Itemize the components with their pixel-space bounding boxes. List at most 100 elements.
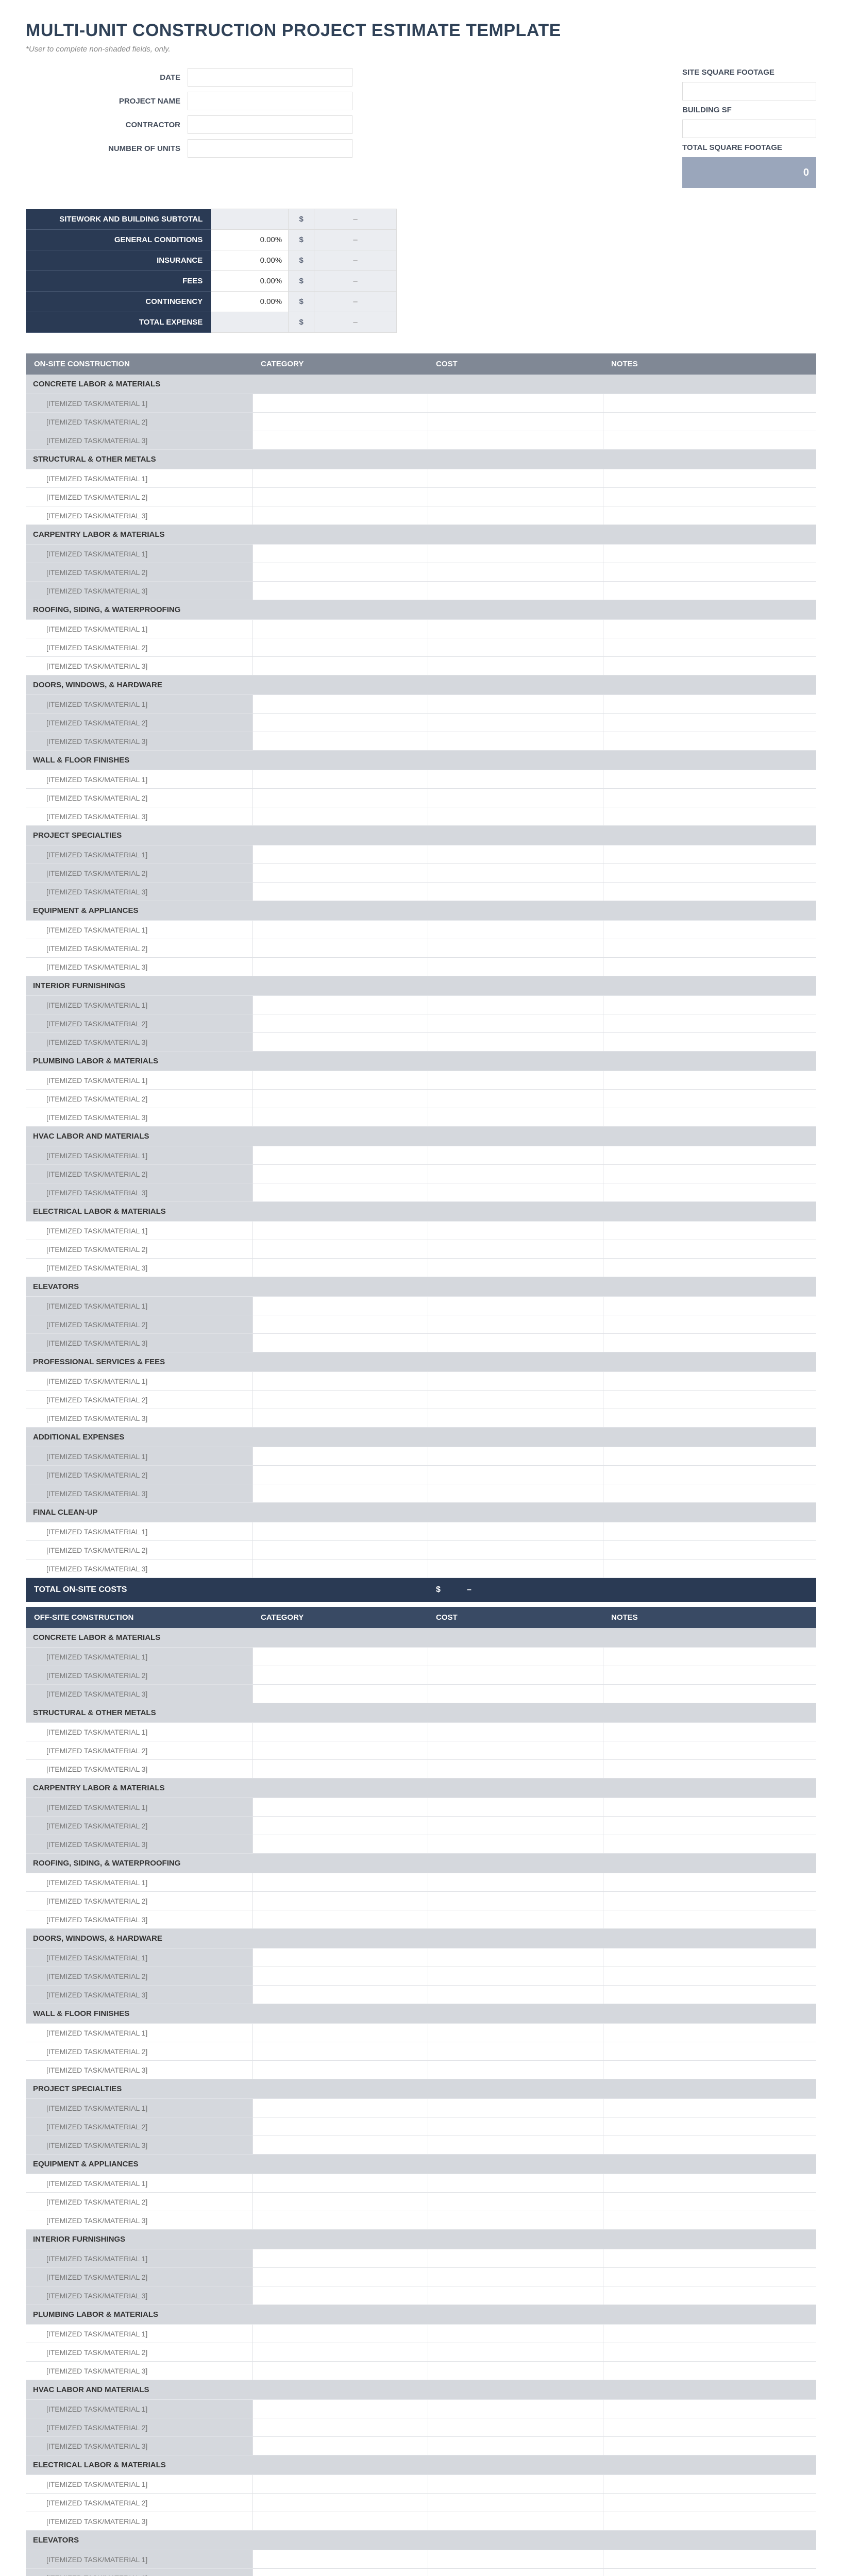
item-notes[interactable]	[603, 1560, 816, 1578]
item-label[interactable]: [ITEMIZED TASK/MATERIAL 1]	[26, 1522, 252, 1541]
item-cost[interactable]	[428, 469, 603, 488]
item-notes[interactable]	[603, 1835, 816, 1854]
item-category[interactable]	[252, 620, 428, 638]
item-cost[interactable]	[428, 1071, 603, 1090]
item-category[interactable]	[252, 1560, 428, 1578]
item-cost[interactable]	[428, 582, 603, 600]
item-notes[interactable]	[603, 695, 816, 714]
item-label[interactable]: [ITEMIZED TASK/MATERIAL 3]	[26, 431, 252, 450]
item-label[interactable]: [ITEMIZED TASK/MATERIAL 3]	[26, 582, 252, 600]
item-label[interactable]: [ITEMIZED TASK/MATERIAL 1]	[26, 469, 252, 488]
item-notes[interactable]	[603, 1334, 816, 1352]
item-label[interactable]: [ITEMIZED TASK/MATERIAL 2]	[26, 1240, 252, 1259]
item-category[interactable]	[252, 2418, 428, 2437]
item-cost[interactable]	[428, 2099, 603, 2117]
item-label[interactable]: [ITEMIZED TASK/MATERIAL 1]	[26, 921, 252, 939]
item-cost[interactable]	[428, 1560, 603, 1578]
item-category[interactable]	[252, 1723, 428, 1741]
item-notes[interactable]	[603, 1723, 816, 1741]
item-category[interactable]	[252, 1648, 428, 1666]
item-category[interactable]	[252, 695, 428, 714]
item-label[interactable]: [ITEMIZED TASK/MATERIAL 1]	[26, 1948, 252, 1967]
item-category[interactable]	[252, 1522, 428, 1541]
item-notes[interactable]	[603, 1108, 816, 1127]
item-cost[interactable]	[428, 807, 603, 826]
item-cost[interactable]	[428, 2249, 603, 2268]
item-label[interactable]: [ITEMIZED TASK/MATERIAL 3]	[26, 2512, 252, 2531]
item-cost[interactable]	[428, 1835, 603, 1854]
item-category[interactable]	[252, 2475, 428, 2494]
item-category[interactable]	[252, 2268, 428, 2286]
item-label[interactable]: [ITEMIZED TASK/MATERIAL 2]	[26, 1741, 252, 1760]
item-notes[interactable]	[603, 1297, 816, 1315]
item-cost[interactable]	[428, 657, 603, 675]
item-notes[interactable]	[603, 1222, 816, 1240]
item-cost[interactable]	[428, 2325, 603, 2343]
item-label[interactable]: [ITEMIZED TASK/MATERIAL 2]	[26, 413, 252, 431]
item-cost[interactable]	[428, 1372, 603, 1391]
item-cost[interactable]	[428, 1259, 603, 1277]
item-notes[interactable]	[603, 958, 816, 976]
item-notes[interactable]	[603, 770, 816, 789]
item-notes[interactable]	[603, 563, 816, 582]
item-label[interactable]: [ITEMIZED TASK/MATERIAL 3]	[26, 1835, 252, 1854]
item-notes[interactable]	[603, 1892, 816, 1910]
item-notes[interactable]	[603, 2061, 816, 2079]
item-category[interactable]	[252, 2550, 428, 2569]
item-notes[interactable]	[603, 413, 816, 431]
item-label[interactable]: [ITEMIZED TASK/MATERIAL 3]	[26, 1986, 252, 2004]
item-notes[interactable]	[603, 469, 816, 488]
item-category[interactable]	[252, 638, 428, 657]
item-notes[interactable]	[603, 1014, 816, 1033]
item-category[interactable]	[252, 921, 428, 939]
item-label[interactable]: [ITEMIZED TASK/MATERIAL 1]	[26, 996, 252, 1014]
item-label[interactable]: [ITEMIZED TASK/MATERIAL 2]	[26, 1090, 252, 1108]
item-label[interactable]: [ITEMIZED TASK/MATERIAL 2]	[26, 2042, 252, 2061]
item-label[interactable]: [ITEMIZED TASK/MATERIAL 2]	[26, 1014, 252, 1033]
summary-pct[interactable]: 0.00%	[211, 230, 289, 250]
item-label[interactable]: [ITEMIZED TASK/MATERIAL 3]	[26, 2362, 252, 2380]
item-category[interactable]	[252, 2400, 428, 2418]
item-notes[interactable]	[603, 1967, 816, 1986]
item-category[interactable]	[252, 1071, 428, 1090]
item-label[interactable]: [ITEMIZED TASK/MATERIAL 1]	[26, 2249, 252, 2268]
input-number-of-units[interactable]	[188, 139, 352, 158]
item-category[interactable]	[252, 2343, 428, 2362]
item-cost[interactable]	[428, 2418, 603, 2437]
item-notes[interactable]	[603, 2400, 816, 2418]
item-cost[interactable]	[428, 2437, 603, 2455]
item-notes[interactable]	[603, 582, 816, 600]
item-notes[interactable]	[603, 1666, 816, 1685]
item-label[interactable]: [ITEMIZED TASK/MATERIAL 3]	[26, 807, 252, 826]
item-cost[interactable]	[428, 695, 603, 714]
item-cost[interactable]	[428, 1522, 603, 1541]
item-cost[interactable]	[428, 939, 603, 958]
item-notes[interactable]	[603, 2362, 816, 2380]
item-label[interactable]: [ITEMIZED TASK/MATERIAL 3]	[26, 1033, 252, 1052]
input-project-name[interactable]	[188, 92, 352, 110]
item-notes[interactable]	[603, 1484, 816, 1503]
item-label[interactable]: [ITEMIZED TASK/MATERIAL 1]	[26, 1372, 252, 1391]
item-cost[interactable]	[428, 1183, 603, 1202]
item-label[interactable]: [ITEMIZED TASK/MATERIAL 3]	[26, 1484, 252, 1503]
item-category[interactable]	[252, 2512, 428, 2531]
item-notes[interactable]	[603, 1033, 816, 1052]
item-notes[interactable]	[603, 1240, 816, 1259]
item-cost[interactable]	[428, 1892, 603, 1910]
item-label[interactable]: [ITEMIZED TASK/MATERIAL 1]	[26, 1146, 252, 1165]
item-notes[interactable]	[603, 2268, 816, 2286]
item-notes[interactable]	[603, 2099, 816, 2117]
item-label[interactable]: [ITEMIZED TASK/MATERIAL 1]	[26, 2024, 252, 2042]
item-label[interactable]: [ITEMIZED TASK/MATERIAL 2]	[26, 1315, 252, 1334]
item-notes[interactable]	[603, 2569, 816, 2576]
item-cost[interactable]	[428, 1146, 603, 1165]
item-label[interactable]: [ITEMIZED TASK/MATERIAL 2]	[26, 1165, 252, 1183]
item-label[interactable]: [ITEMIZED TASK/MATERIAL 2]	[26, 2343, 252, 2362]
item-category[interactable]	[252, 2286, 428, 2305]
item-label[interactable]: [ITEMIZED TASK/MATERIAL 3]	[26, 732, 252, 751]
item-notes[interactable]	[603, 1873, 816, 1892]
item-notes[interactable]	[603, 807, 816, 826]
item-cost[interactable]	[428, 2512, 603, 2531]
item-cost[interactable]	[428, 1297, 603, 1315]
item-notes[interactable]	[603, 2512, 816, 2531]
